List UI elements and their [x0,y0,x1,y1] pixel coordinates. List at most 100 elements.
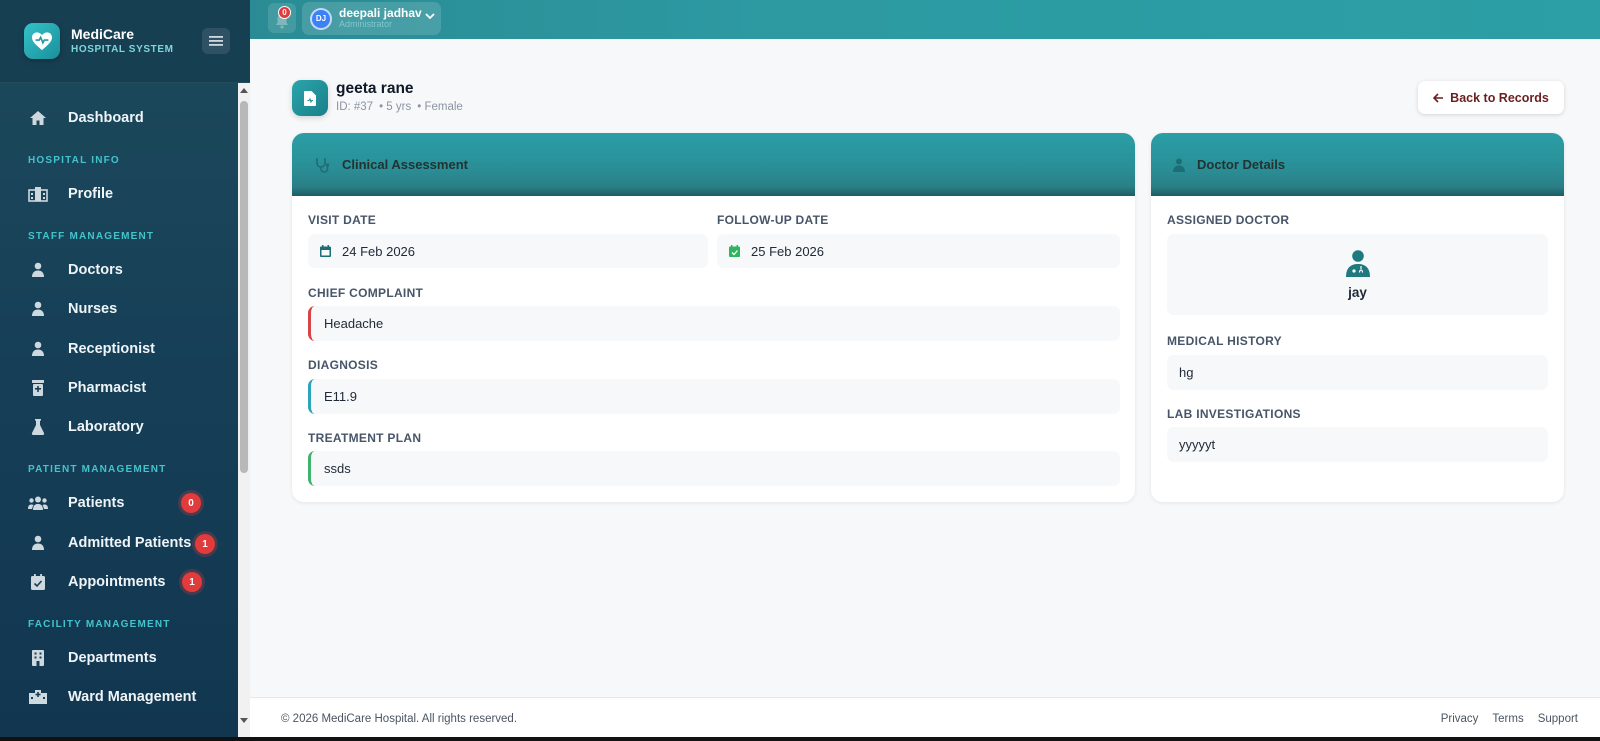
sidebar-item-ward-management[interactable]: Ward Management [28,680,228,714]
taskbar-strip [0,737,1600,741]
chief-complaint-value: Headache [324,316,384,331]
hamburger-icon [209,36,223,46]
sidebar-item-laboratory[interactable]: Laboratory [28,410,228,444]
sidebar-item-nurses[interactable]: Nurses [28,292,228,326]
sidebar-item-label: Laboratory [68,419,144,435]
sidebar-item-label: Receptionist [68,341,156,357]
user-doctor-icon [28,260,48,280]
sidebar-scrollbar[interactable] [238,83,250,741]
calendar-icon [320,245,331,257]
card-title: Doctor Details [1197,157,1286,172]
chief-complaint-label: CHIEF COMPLAINT [308,286,424,300]
treatment-plan-value: ssds [324,461,351,476]
notification-button[interactable]: 0 [268,3,296,33]
users-icon [28,493,48,513]
section-patient: PATIENT MANAGEMENT [28,464,167,475]
building-icon [28,648,48,668]
calendar-check-icon [729,245,740,257]
user-nurse-icon [28,299,48,319]
section-staff: STAFF MANAGEMENT [28,231,155,242]
patients-count-badge: 0 [181,493,201,513]
sidebar-item-label: Appointments [68,574,166,590]
footer: © 2026 MediCare Hospital. All rights res… [250,697,1600,741]
sidebar-item-label: Admitted Patients [68,535,192,551]
appointments-count-badge: 1 [182,572,202,592]
visit-date-label: VISIT DATE [308,213,377,227]
doctor-details-card: Doctor Details ASSIGNED DOCTOR jay MEDIC… [1151,133,1564,502]
scrollbar-thumb[interactable] [240,101,248,473]
heart-pulse-icon [24,23,60,59]
sidebar-item-receptionist[interactable]: Receptionist [28,332,228,366]
lab-investigations-field: yyyyyt [1167,427,1548,462]
chief-complaint-field: Headache [308,306,1120,341]
patient-gender: • Female [417,101,463,113]
sidebar-item-label: Patients [68,495,125,511]
followup-date-value: 25 Feb 2026 [751,243,825,259]
diagnosis-field: E11.9 [308,379,1120,414]
sidebar-item-label: Dashboard [68,110,144,126]
sidebar-item-label: Ward Management [68,689,197,705]
visit-date-field: 24 Feb 2026 [308,234,708,268]
user-menu[interactable]: DJ deepali jadhav Administrator [302,2,441,35]
top-bar: 0 DJ deepali jadhav Administrator [250,0,1600,39]
user-doctor-icon [1345,249,1370,277]
scroll-down-arrow-icon[interactable] [238,713,250,727]
card-header: Clinical Assessment [292,133,1135,196]
notification-count-badge: 0 [278,6,291,19]
user-tie-icon [28,339,48,359]
sidebar-item-label: Pharmacist [68,380,147,396]
sidebar-item-departments[interactable]: Departments [28,641,228,675]
arrow-left-icon [1433,92,1444,103]
scroll-up-arrow-icon[interactable] [238,83,250,97]
hospital-icon [28,687,48,707]
medical-history-label: MEDICAL HISTORY [1167,334,1282,348]
copyright-text: © 2026 MediCare Hospital. All rights res… [281,713,518,725]
brand: MediCare HOSPITAL SYSTEM [0,0,250,83]
patient-meta: ID: #37 • 5 yrs • Female [336,101,463,113]
diagnosis-label: DIAGNOSIS [308,358,379,372]
sidebar-item-label: Departments [68,650,157,666]
footer-link-support[interactable]: Support [1538,713,1578,725]
footer-link-terms[interactable]: Terms [1492,713,1523,725]
brand-subtitle: HOSPITAL SYSTEM [71,44,174,56]
user-injured-icon [28,533,48,553]
diagnosis-value: E11.9 [324,389,358,404]
followup-date-label: FOLLOW-UP DATE [717,213,829,227]
sidebar-item-doctors[interactable]: Doctors [28,253,228,287]
prescription-bottle-icon [28,378,48,398]
patient-age: • 5 yrs [379,101,412,113]
admitted-count-badge: 1 [195,534,215,554]
sidebar-item-label: Doctors [68,262,123,278]
assigned-doctor-label: ASSIGNED DOCTOR [1167,213,1290,227]
followup-date-field: 25 Feb 2026 [717,234,1120,268]
sidebar-item-profile[interactable]: Profile [28,177,228,211]
avatar: DJ [310,7,332,30]
treatment-plan-field: ssds [308,451,1120,486]
user-role: Administrator [339,19,393,30]
calendar-check-icon [28,572,48,592]
flask-icon [28,417,48,437]
chevron-down-icon [425,13,435,20]
sidebar-item-dashboard[interactable]: Dashboard [28,101,228,135]
hospital-building-icon [28,184,48,204]
lab-investigations-label: LAB INVESTIGATIONS [1167,407,1301,421]
clinical-assessment-card: Clinical Assessment VISIT DATE 24 Feb 20… [292,133,1135,502]
user-doctor-icon [1173,158,1185,172]
menu-toggle-button[interactable] [202,28,230,54]
home-icon [28,108,48,128]
footer-links: Privacy Terms Support [1441,713,1578,725]
back-button-label: Back to Records [1450,90,1549,105]
card-header: Doctor Details [1151,133,1564,196]
medical-history-field: hg [1167,355,1548,390]
back-to-records-button[interactable]: Back to Records [1418,81,1564,114]
assigned-doctor-box: jay [1167,234,1548,315]
file-medical-icon [292,80,328,116]
assigned-doctor-name: jay [1348,284,1367,300]
treatment-plan-label: TREATMENT PLAN [308,431,422,445]
sidebar-item-label: Nurses [68,301,118,317]
section-hospital-info: HOSPITAL INFO [28,155,120,166]
stethoscope-icon [316,157,330,173]
sidebar-nav: Dashboard HOSPITAL INFO Profile STAFF MA… [0,83,238,741]
sidebar-item-pharmacist[interactable]: Pharmacist [28,371,228,405]
footer-link-privacy[interactable]: Privacy [1441,713,1479,725]
